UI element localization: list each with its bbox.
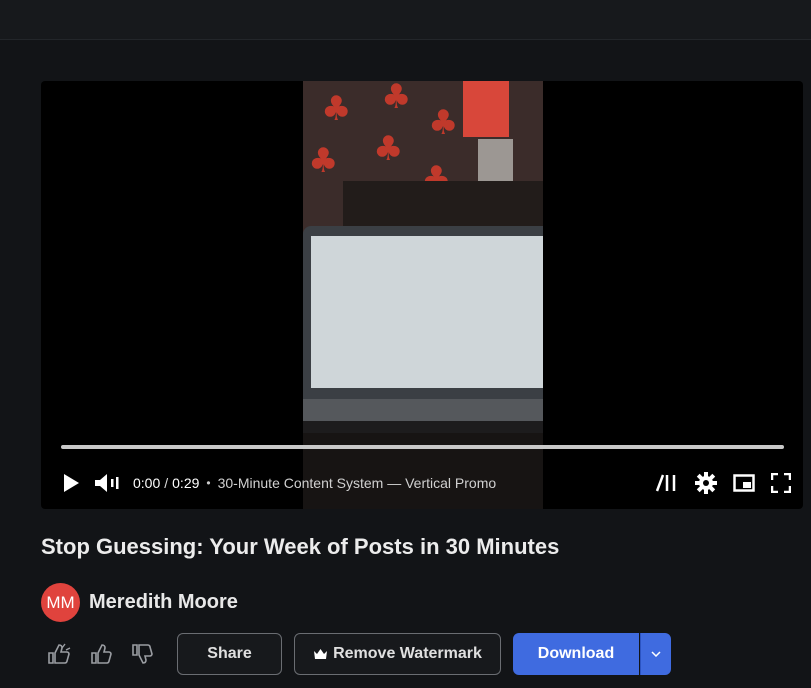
settings-icon: [695, 472, 717, 494]
chapters-icon: [655, 474, 676, 492]
laptop-screen: [311, 236, 543, 388]
like-icon: [91, 644, 112, 664]
download-options-button[interactable]: [640, 633, 671, 675]
miniplayer-button[interactable]: [733, 474, 755, 492]
settings-button[interactable]: [695, 472, 717, 494]
player-controls: 0:00/0:29 • 30-Minute Content System — V…: [41, 465, 803, 501]
current-time: 0:00: [133, 475, 161, 491]
chevron-down-icon: [651, 651, 661, 657]
author-row: MM Meredith Moore: [41, 583, 238, 622]
play-icon: [64, 474, 79, 492]
share-label: Share: [207, 645, 252, 662]
fullscreen-icon: [771, 473, 791, 493]
crown-icon: [314, 649, 328, 659]
time-display: 0:00/0:29: [133, 475, 199, 491]
share-button[interactable]: Share: [177, 633, 282, 675]
title-bullet: •: [206, 476, 211, 490]
progress-bar[interactable]: [61, 445, 784, 449]
fullscreen-button[interactable]: [771, 473, 791, 493]
download-button[interactable]: Download: [513, 633, 639, 675]
player-video-title: 30-Minute Content System — Vertical Prom…: [217, 475, 497, 491]
author-name[interactable]: Meredith Moore: [89, 591, 238, 614]
dislike-button[interactable]: [129, 641, 155, 667]
volume-icon: [95, 474, 119, 492]
total-time: 0:29: [172, 475, 200, 491]
action-bar: Share Remove Watermark Download: [41, 633, 801, 675]
video-title: Stop Guessing: Your Week of Posts in 30 …: [41, 534, 560, 559]
super-like-button[interactable]: [47, 641, 73, 667]
video-player[interactable]: ♣ ♣ ♣ ♣ ♣ ♣ 0:00/0:29 • 30-Minute Conten…: [41, 81, 803, 509]
remove-watermark-button[interactable]: Remove Watermark: [294, 633, 501, 675]
play-button[interactable]: [60, 471, 82, 495]
dislike-icon: [132, 644, 153, 664]
super-like-icon: [48, 643, 71, 664]
download-label: Download: [537, 645, 615, 662]
time-separator: /: [164, 475, 169, 491]
volume-button[interactable]: [93, 471, 123, 495]
top-bar: [0, 0, 811, 40]
remove-watermark-label: Remove Watermark: [333, 645, 482, 662]
avatar[interactable]: MM: [41, 583, 80, 622]
like-button[interactable]: [88, 641, 114, 667]
miniplayer-icon: [733, 474, 755, 492]
chapters-button[interactable]: [655, 473, 679, 493]
